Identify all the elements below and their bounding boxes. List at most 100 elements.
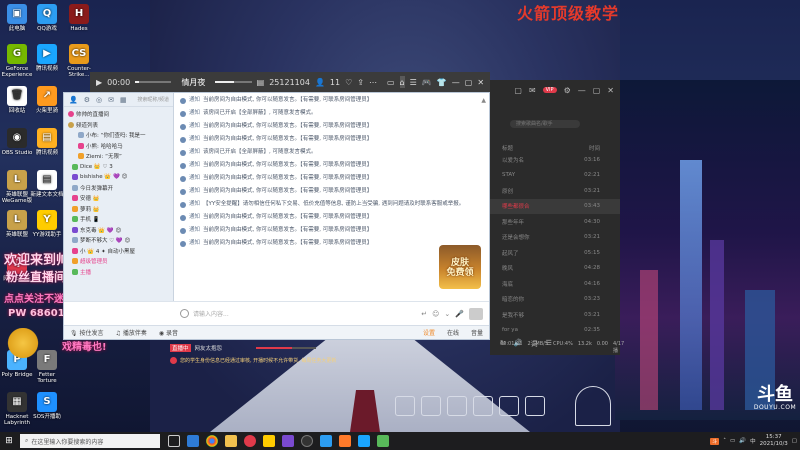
song-row[interactable]: for ya 02:35 xyxy=(490,323,620,339)
desktop-icon[interactable]: ▣ 此电脑 xyxy=(0,4,34,32)
user-row[interactable]: 手机 📱 xyxy=(68,214,169,225)
desktop-icon[interactable]: S SOS开播助 xyxy=(30,392,64,420)
clock[interactable]: 15:37 2021/10/3 xyxy=(760,434,788,448)
enter-icon[interactable]: ↵ xyxy=(421,310,427,318)
ime-lang[interactable]: 中 xyxy=(750,437,756,445)
volume-slider[interactable] xyxy=(215,81,252,83)
settings-button[interactable]: 设置 xyxy=(423,328,435,337)
close-icon[interactable]: ✕ xyxy=(607,86,614,95)
desktop-icon[interactable]: Y YY游戏助手 xyxy=(30,210,64,238)
online-button[interactable]: 在线 xyxy=(447,328,459,337)
user-row[interactable]: 梦断不够大 ♡ 💜 😊 xyxy=(68,235,169,246)
desktop-icon[interactable]: ↗ 火柴里骑 xyxy=(30,86,64,114)
douyu-tray-icon[interactable]: 斗 xyxy=(710,437,720,445)
app-icon[interactable] xyxy=(320,435,332,447)
list-icon[interactable]: ☰ xyxy=(410,76,417,88)
desktop-icon[interactable]: ▦ Hacknet Labyrinth xyxy=(0,392,34,426)
screen-icon[interactable]: ▭ xyxy=(387,76,395,88)
maximize-icon[interactable]: ▢ xyxy=(593,86,601,95)
desktop-icon[interactable]: H Hades xyxy=(62,4,96,32)
volume-button[interactable]: 音量 xyxy=(471,328,483,337)
mail-icon[interactable]: ✉ xyxy=(108,96,114,104)
song-row[interactable]: 原创 03:21 xyxy=(490,183,620,199)
desktop-icon[interactable]: L 英雄联盟 WeGame版 xyxy=(0,170,34,204)
vip-badge[interactable]: VIP xyxy=(542,87,557,93)
play-icon[interactable]: ▶ xyxy=(96,76,102,88)
edge-icon[interactable] xyxy=(187,435,199,447)
app-icon[interactable] xyxy=(377,435,389,447)
location-icon[interactable]: ◎ xyxy=(96,96,102,104)
heart-icon[interactable]: ♡ xyxy=(345,76,352,88)
chevron-up-icon[interactable]: ˄ xyxy=(723,438,726,444)
share-icon[interactable]: ⇪ xyxy=(357,76,364,88)
home-icon[interactable]: ⌂ xyxy=(399,76,405,88)
more-icon[interactable]: ⋯ xyxy=(369,76,377,88)
minimize-icon[interactable]: — xyxy=(452,76,460,88)
gift-icon[interactable]: ⚙ xyxy=(84,96,90,104)
grid-icon[interactable]: ▦ xyxy=(120,96,127,104)
arrow-down-icon[interactable]: ⌄ xyxy=(444,310,450,318)
song-row[interactable]: 那些年年 04:30 xyxy=(490,214,620,230)
channel-search-input[interactable]: 搜索昵称/频道 xyxy=(137,96,169,103)
desktop-icon[interactable]: 🗑 回收站 xyxy=(0,86,34,114)
network-icon[interactable]: ▭ xyxy=(730,438,735,444)
skin-icon[interactable]: 👕 xyxy=(437,76,447,88)
record-button[interactable]: ◉ 录音 xyxy=(159,328,178,337)
song-row[interactable]: 海底 04:16 xyxy=(490,276,620,292)
channel-title-row[interactable]: 帅帅的直播间 xyxy=(68,109,169,120)
user-list-icon[interactable]: 👤 xyxy=(69,96,78,104)
yy-icon[interactable] xyxy=(263,435,275,447)
music-app-window[interactable]: ▢ ✉ VIP ⚙ — ▢ ✕ 搜索歌曲名/歌手 标题 时间 以爱为名 03:16… xyxy=(490,80,620,355)
emoji-icon[interactable] xyxy=(180,309,189,318)
mic-icon[interactable]: 🎤 xyxy=(455,310,464,318)
skin-icon[interactable]: ▢ xyxy=(514,86,522,95)
desktop-icon[interactable]: L 英雄联盟 xyxy=(0,210,34,238)
user-row[interactable]: bishishe 👑 💜 😊 xyxy=(68,172,169,183)
desktop-icon[interactable]: ▤ 新建文本文档 xyxy=(30,170,64,198)
user-row[interactable]: 安德 👑 xyxy=(68,193,169,204)
user-row[interactable]: 小布: “你们查吗: 我是一 xyxy=(68,130,169,141)
minimize-icon[interactable]: — xyxy=(578,86,586,95)
explorer-icon[interactable] xyxy=(225,435,237,447)
user-row[interactable]: 小熊: 哈哈哈马 xyxy=(68,141,169,152)
user-row[interactable]: Ziemi: “无限” xyxy=(68,151,169,162)
user-row[interactable]: 今日发弹幕开 xyxy=(68,183,169,194)
desktop-icon[interactable]: ▤ 腾讯视频 xyxy=(30,128,64,156)
chat-window[interactable]: 👤 ⚙ ◎ ✉ ▦ 搜索昵称/频道 帅帅的直播间 频道列表 小布: “你们查吗:… xyxy=(63,92,490,340)
song-row[interactable]: 以爱为名 03:16 xyxy=(490,152,620,168)
chat-input[interactable]: 请输入内容... xyxy=(180,309,421,318)
mic-button[interactable]: 🎙 按住发言 xyxy=(70,328,104,337)
user-row[interactable]: 超级管理员 xyxy=(68,256,169,267)
desktop-icon[interactable]: Q QQ游戏 xyxy=(30,4,64,32)
song-row[interactable]: 是我不够 03:21 xyxy=(490,307,620,323)
desktop-icon[interactable]: G GeForce Experience xyxy=(0,44,34,78)
chrome-icon[interactable] xyxy=(206,435,218,447)
send-button[interactable] xyxy=(469,307,483,320)
obs-icon[interactable] xyxy=(301,435,313,447)
music-search-input[interactable]: 搜索歌曲名/歌手 xyxy=(510,120,580,128)
mail-icon[interactable]: ✉ xyxy=(529,86,536,95)
emoji-icon[interactable]: ☺ xyxy=(432,310,439,318)
netease-icon[interactable] xyxy=(244,435,256,447)
user-row[interactable]: 主播 xyxy=(68,267,169,278)
user-row[interactable]: 小 👑 4 ✦ 自动小黑屋 xyxy=(68,246,169,257)
channel-sub-row[interactable]: 频道列表 xyxy=(68,120,169,131)
song-row[interactable]: 晚风 04:28 xyxy=(490,261,620,277)
song-row[interactable]: 起风了 05:15 xyxy=(490,245,620,261)
gamepad-icon[interactable]: 🎮 xyxy=(422,76,432,88)
scroll-up-icon[interactable]: ▲ xyxy=(481,97,486,104)
song-row[interactable]: 暗恋的你 03:23 xyxy=(490,292,620,308)
close-icon[interactable]: ✕ xyxy=(477,76,484,88)
task-view-icon[interactable] xyxy=(168,435,180,447)
user-row[interactable]: Dice 👑 ♡ 3 xyxy=(68,162,169,173)
volume-icon[interactable]: 🔊 xyxy=(739,438,746,444)
windows-start-icon[interactable]: ⊞ xyxy=(0,432,18,450)
app-icon[interactable] xyxy=(358,435,370,447)
skin-promo-badge[interactable]: 皮肤 免费领 xyxy=(439,245,481,289)
app-icon[interactable] xyxy=(282,435,294,447)
play-progress[interactable] xyxy=(135,81,172,83)
desktop-icon[interactable]: ▶ 腾讯视频 xyxy=(30,44,64,72)
desktop-icon[interactable]: ◉ OBS Studio xyxy=(0,128,34,156)
song-row[interactable]: 哪些都很合 03:43 xyxy=(490,198,620,214)
taskbar-search[interactable]: ⌕ 在这里输入你要搜索的内容 xyxy=(20,434,160,448)
